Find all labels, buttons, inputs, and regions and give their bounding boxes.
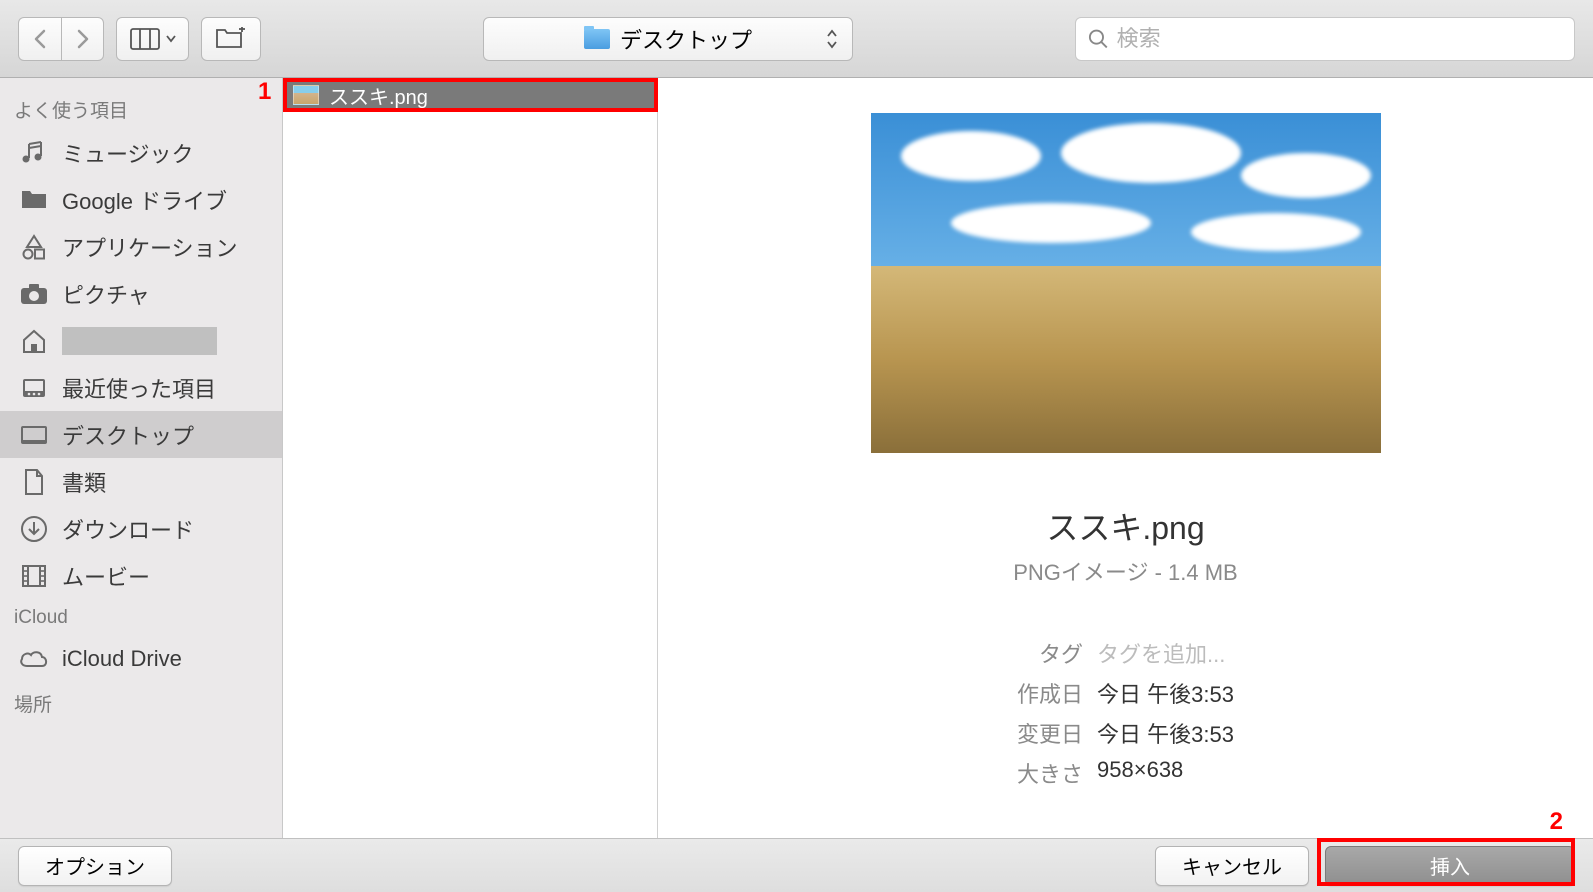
- folder-plus-icon: [215, 27, 247, 51]
- cancel-button[interactable]: キャンセル: [1155, 846, 1309, 886]
- chevron-right-icon: [76, 29, 90, 49]
- forward-button[interactable]: [61, 17, 104, 61]
- preview-thumbnail: [871, 113, 1381, 453]
- chevron-left-icon: [33, 29, 47, 49]
- preview-meta: タグタグを追加... 作成日今日 午後3:53 変更日今日 午後3:53 大きさ 958…: [1017, 637, 1234, 789]
- sidebar-item-label: iCloud Drive: [62, 646, 182, 672]
- sidebar-item-recent[interactable]: 最近使った項目: [0, 364, 282, 411]
- new-folder-button[interactable]: [201, 17, 261, 61]
- sidebar-item-movie[interactable]: ムービー: [0, 552, 282, 599]
- callout-2-label: 2: [1550, 808, 1563, 836]
- search-input[interactable]: [1117, 26, 1562, 52]
- sidebar-item-download[interactable]: ダウンロード: [0, 505, 282, 552]
- toolbar: デスクトップ: [0, 0, 1593, 78]
- sidebar-item-label: ダウンロード: [62, 513, 194, 545]
- meta-label: タグ: [1017, 637, 1083, 669]
- search-box[interactable]: [1075, 17, 1575, 61]
- sidebar-item-apps[interactable]: アプリケーション: [0, 223, 282, 270]
- recent-icon: [18, 372, 50, 404]
- file-name: ススキ.png: [329, 81, 428, 110]
- file-list: ススキ.png: [283, 78, 658, 838]
- meta-value: 958×638: [1097, 757, 1234, 789]
- sidebar-item-label: ピクチャ: [62, 278, 150, 310]
- movie-icon: [18, 560, 50, 592]
- desktop-icon: [18, 419, 50, 451]
- preview-title: ススキ.png: [1046, 503, 1204, 549]
- sidebar-item-label: Google ドライブ: [62, 184, 227, 216]
- sidebar-item-label: 書類: [62, 466, 106, 498]
- meta-label: 作成日: [1017, 677, 1083, 709]
- file-thumbnail-icon: [293, 85, 319, 105]
- sidebar-section-header: 場所: [0, 682, 282, 723]
- home-icon: [18, 325, 50, 357]
- meta-value[interactable]: タグを追加...: [1097, 637, 1234, 669]
- apps-icon: [18, 231, 50, 263]
- columns-icon: [130, 28, 160, 50]
- sidebar-item-label: 最近使った項目: [62, 372, 216, 404]
- sidebar-item-cloud[interactable]: iCloud Drive: [0, 635, 282, 682]
- sidebar-item-home[interactable]: [0, 317, 282, 364]
- location-label: デスクトップ: [620, 23, 752, 55]
- camera-icon: [18, 278, 50, 310]
- meta-label: 大きさ: [1017, 757, 1083, 789]
- insert-button[interactable]: 挿入: [1325, 846, 1575, 886]
- sidebar-item-label: アプリケーション: [62, 231, 238, 263]
- file-row[interactable]: ススキ.png: [283, 78, 657, 112]
- preview-subtitle: PNGイメージ - 1.4 MB: [1013, 555, 1237, 587]
- nav-buttons: [18, 17, 104, 61]
- view-mode-button[interactable]: [116, 17, 189, 61]
- options-button[interactable]: オプション: [18, 846, 172, 886]
- sidebar-item-music[interactable]: ミュージック: [0, 129, 282, 176]
- cloud-icon: [18, 643, 50, 675]
- sidebar: よく使う項目ミュージック Google ドライブアプリケーションピクチャ最近使った…: [0, 78, 283, 838]
- sidebar-item-camera[interactable]: ピクチャ: [0, 270, 282, 317]
- location-dropdown[interactable]: デスクトップ: [483, 17, 853, 61]
- meta-label: 変更日: [1017, 717, 1083, 749]
- sidebar-section-header: よく使う項目: [0, 88, 282, 129]
- sidebar-item-label: デスクトップ: [62, 419, 194, 451]
- preview-panel: ススキ.png PNGイメージ - 1.4 MB タグタグを追加... 作成日今日…: [658, 78, 1593, 838]
- redacted-label: [62, 327, 217, 355]
- updown-icon: [826, 29, 838, 49]
- folder-icon: [584, 29, 610, 49]
- sidebar-item-label: ミュージック: [62, 137, 194, 169]
- music-icon: [18, 137, 50, 169]
- download-icon: [18, 513, 50, 545]
- sidebar-item-desktop[interactable]: デスクトップ: [0, 411, 282, 458]
- folder-icon: [18, 184, 50, 216]
- sidebar-item-folder[interactable]: Google ドライブ: [0, 176, 282, 223]
- callout-1-label: 1: [258, 78, 271, 106]
- meta-value: 今日 午後3:53: [1097, 677, 1234, 709]
- sidebar-item-label: ムービー: [62, 560, 150, 592]
- sidebar-section-header: iCloud: [0, 599, 282, 635]
- bottom-bar: オプション キャンセル 挿入: [0, 838, 1593, 892]
- document-icon: [18, 466, 50, 498]
- chevron-down-icon: [166, 35, 176, 43]
- meta-value: 今日 午後3:53: [1097, 717, 1234, 749]
- back-button[interactable]: [18, 17, 61, 61]
- main-area: よく使う項目ミュージック Google ドライブアプリケーションピクチャ最近使った…: [0, 78, 1593, 838]
- sidebar-item-document[interactable]: 書類: [0, 458, 282, 505]
- search-icon: [1088, 28, 1109, 50]
